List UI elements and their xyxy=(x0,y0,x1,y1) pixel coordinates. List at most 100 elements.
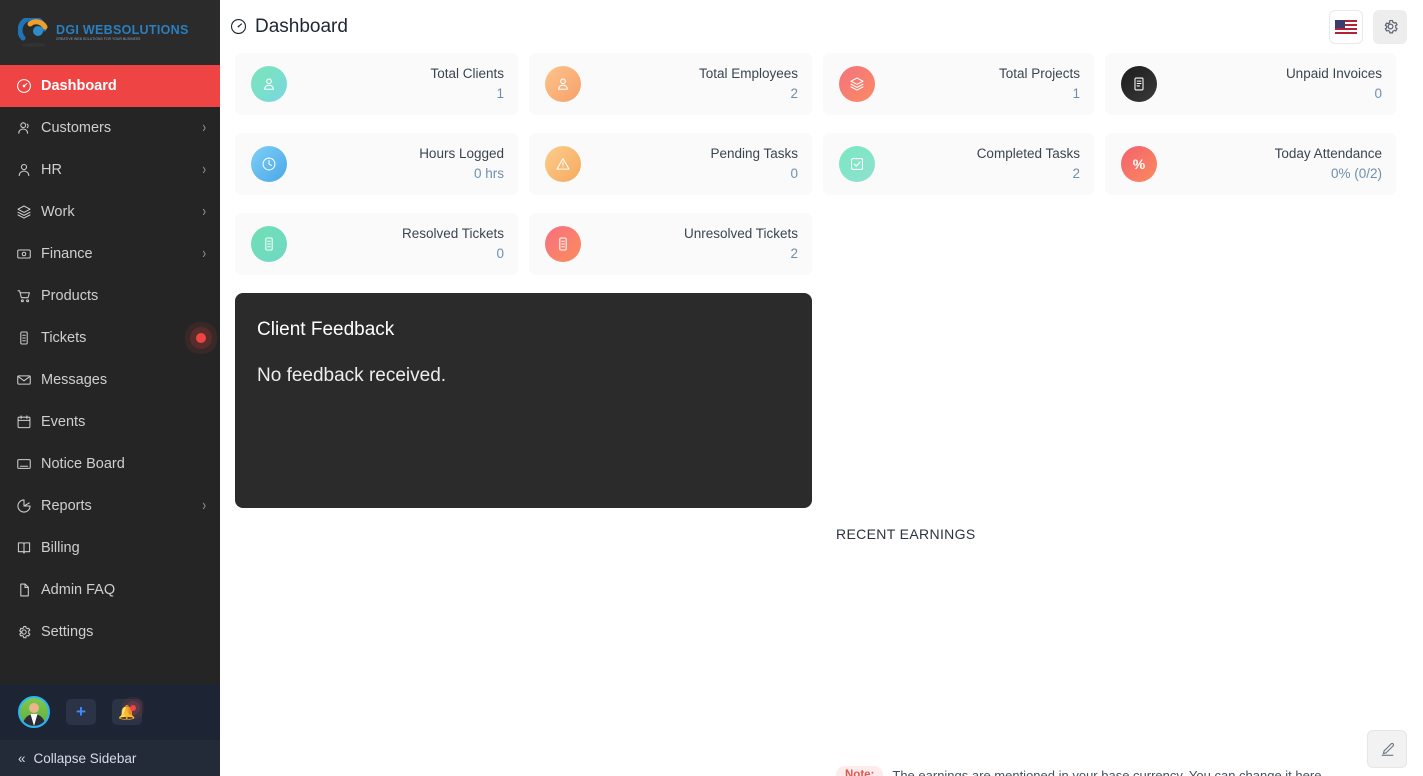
avatar[interactable] xyxy=(18,696,50,728)
sidebar-item-tickets[interactable]: Tickets xyxy=(0,317,220,359)
stat-card-pending-tasks[interactable]: Pending Tasks 0 xyxy=(529,133,812,195)
settings-button[interactable] xyxy=(1373,9,1407,44)
ticket-icon xyxy=(545,226,581,262)
sidebar-item-customers[interactable]: Customers › xyxy=(0,107,220,149)
stat-value: 2 xyxy=(790,86,798,101)
sidebar-item-label: Finance xyxy=(41,246,93,262)
stat-card-resolved-tickets[interactable]: Resolved Tickets 0 xyxy=(235,213,518,275)
gauge-icon xyxy=(230,18,247,35)
chevron-right-icon: › xyxy=(202,119,206,137)
quick-add-button[interactable]: + xyxy=(66,699,96,725)
sidebar-item-hr[interactable]: HR › xyxy=(0,149,220,191)
page-title: Dashboard xyxy=(230,16,348,38)
sidebar-item-label: Dashboard xyxy=(41,78,117,94)
sidebar-item-notice-board[interactable]: Notice Board xyxy=(0,443,220,485)
client-feedback-title: Client Feedback xyxy=(257,319,395,340)
chevron-right-icon: › xyxy=(202,203,206,221)
stat-value: 0 xyxy=(496,246,504,261)
piechart-icon xyxy=(14,498,34,514)
stat-value: 1 xyxy=(1072,86,1080,101)
sidebar-item-admin-faq[interactable]: Admin FAQ xyxy=(0,569,220,611)
sidebar-item-label: Reports xyxy=(41,498,92,514)
chevron-right-icon: › xyxy=(202,497,206,515)
stat-label: Total Clients xyxy=(430,66,504,82)
sidebar-nav: Dashboard Customers › HR › Work › Finance › Produ… xyxy=(0,65,220,684)
stat-card-completed-tasks[interactable]: Completed Tasks 2 xyxy=(823,133,1094,195)
stat-value: 0% (0/2) xyxy=(1330,166,1382,181)
stat-cards-grid: Total Clients 1 Hours Logged 0 hrs Resolved … xyxy=(224,53,1407,776)
recent-earnings-chart-area xyxy=(836,542,1407,766)
envelope-icon xyxy=(14,372,34,388)
cart-icon xyxy=(14,288,34,304)
brand-tagline: CREATIVE WEB SOLUTIONS FOR YOUR BUSINESS xyxy=(56,37,141,42)
sidebar-item-events[interactable]: Events xyxy=(0,401,220,443)
sidebar-item-work[interactable]: Work › xyxy=(0,191,220,233)
gauge-icon xyxy=(14,78,34,94)
stat-column-3: Total Projects 1 Completed Tasks 2 xyxy=(823,53,1105,293)
client-feedback-card: Client Feedback No feedback received. xyxy=(235,293,812,508)
notifications-button[interactable]: 🔔 xyxy=(112,699,142,725)
stat-label: Total Projects xyxy=(998,66,1080,82)
notification-dot xyxy=(130,705,136,711)
note-badge: Note: xyxy=(836,766,884,776)
employee-icon xyxy=(545,66,581,102)
ticket-icon xyxy=(251,226,287,262)
sidebar-item-billing[interactable]: Billing xyxy=(0,527,220,569)
stat-card-total-clients[interactable]: Total Clients 1 xyxy=(235,53,518,115)
percent-icon: % xyxy=(1121,146,1157,182)
sidebar-item-messages[interactable]: Messages xyxy=(0,359,220,401)
chevron-double-left-icon: « xyxy=(18,750,26,766)
book-icon xyxy=(14,540,34,556)
layers-icon xyxy=(14,204,34,220)
tickets-alert-badge xyxy=(196,333,206,343)
arrow-right-icon[interactable]: → xyxy=(1334,767,1348,776)
stat-label: Hours Logged xyxy=(419,146,504,162)
stat-value: 0 xyxy=(1374,86,1382,101)
earnings-note: Note: The earnings are mentioned in your… xyxy=(836,766,1407,776)
stat-label: Total Employees xyxy=(698,66,798,82)
topbar: Dashboard xyxy=(220,0,1423,53)
brand-logo[interactable]: DGI WEBSOLUTIONS CREATIVE WEB SOLUTIONS … xyxy=(0,0,220,65)
stat-card-hours-logged[interactable]: Hours Logged 0 hrs xyxy=(235,133,518,195)
stat-card-unpaid-invoices[interactable]: Unpaid Invoices 0 xyxy=(1105,53,1396,115)
sidebar-item-dashboard[interactable]: Dashboard xyxy=(0,65,220,107)
sidebar-item-products[interactable]: Products xyxy=(0,275,220,317)
stat-card-unresolved-tickets[interactable]: Unresolved Tickets 2 xyxy=(529,213,812,275)
earnings-note-text: The earnings are mentioned in your base … xyxy=(892,767,1326,776)
chevron-right-icon: › xyxy=(202,245,206,263)
sidebar-item-finance[interactable]: Finance › xyxy=(0,233,220,275)
language-selector-button[interactable] xyxy=(1329,9,1363,44)
stat-value: 2 xyxy=(790,246,798,261)
collapse-sidebar-button[interactable]: « Collapse Sidebar xyxy=(0,740,220,776)
checkbox-icon xyxy=(839,146,875,182)
noticeboard-icon xyxy=(14,456,34,472)
stat-card-total-projects[interactable]: Total Projects 1 xyxy=(823,53,1094,115)
sidebar-item-label: HR xyxy=(41,162,62,178)
user-icon xyxy=(14,162,34,178)
layers-icon xyxy=(839,66,875,102)
sidebar-user-bar: + 🔔 xyxy=(0,684,220,740)
collapse-sidebar-label: Collapse Sidebar xyxy=(33,750,137,766)
stat-label: Unpaid Invoices xyxy=(1285,66,1382,82)
sidebar-item-label: Settings xyxy=(41,624,94,640)
stat-column-1: Total Clients 1 Hours Logged 0 hrs Resolved … xyxy=(235,53,529,293)
ticket-icon xyxy=(14,330,34,346)
brand-name: DGI WEBSOLUTIONS xyxy=(56,22,189,37)
stat-label: Resolved Tickets xyxy=(401,226,504,242)
stat-label: Pending Tasks xyxy=(710,146,798,162)
sidebar-item-label: Messages xyxy=(41,372,108,388)
stat-card-total-employees[interactable]: Total Employees 2 xyxy=(529,53,812,115)
stat-label: Completed Tasks xyxy=(976,146,1080,162)
stat-card-today-attendance[interactable]: % Today Attendance 0% (0/2) xyxy=(1105,133,1396,195)
sidebar-item-settings[interactable]: Settings xyxy=(0,611,220,653)
client-feedback-message: No feedback received. xyxy=(257,365,447,386)
stat-value: 0 hrs xyxy=(473,166,504,181)
sidebar-item-label: Admin FAQ xyxy=(41,582,116,598)
sidebar-item-label: Products xyxy=(41,288,99,304)
sidebar-item-reports[interactable]: Reports › xyxy=(0,485,220,527)
sidebar-item-label: Work xyxy=(41,204,75,220)
sidebar-item-label: Tickets xyxy=(41,330,87,346)
edit-fab-button[interactable] xyxy=(1367,730,1407,768)
stat-column-4: Unpaid Invoices 0 % Today Attendance 0% (0/2… xyxy=(1105,53,1407,293)
sidebar-item-label: Notice Board xyxy=(41,456,125,472)
